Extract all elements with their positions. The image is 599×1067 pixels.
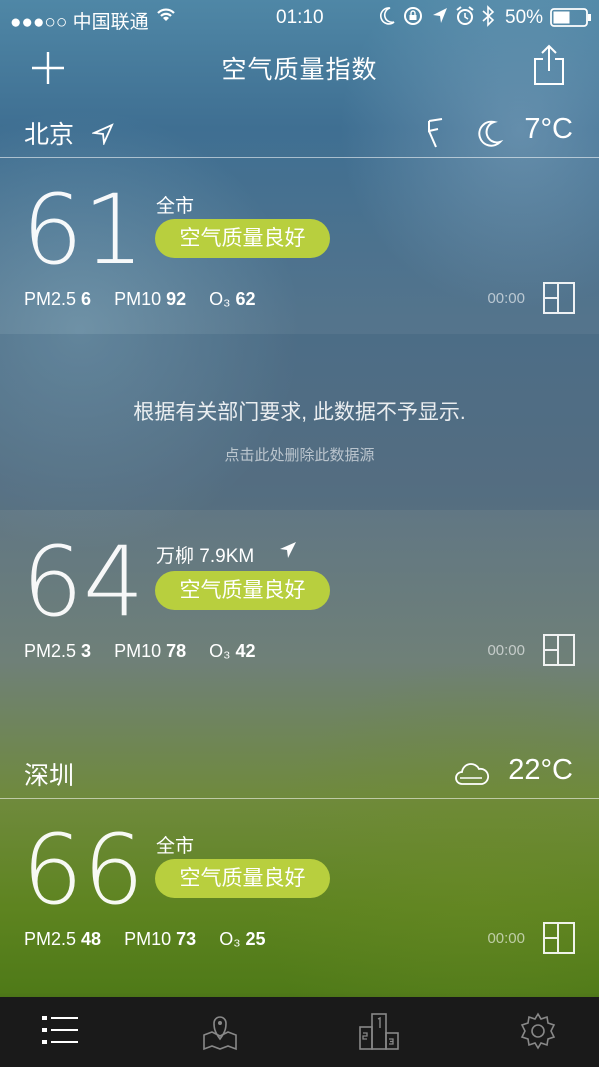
temperature: 7°C [524, 113, 573, 145]
battery-percent: 50% [505, 7, 544, 28]
clock-time: 01:10 [276, 7, 324, 28]
moon-icon [478, 120, 504, 147]
map-icon [203, 1016, 237, 1051]
data-hidden-notice: 根据有关部门要求, 此数据不予显示. 点击此处删除此数据源 [0, 334, 599, 510]
alarm-icon [455, 5, 475, 33]
tab-settings[interactable] [518, 1011, 558, 1056]
location-arrow-icon [92, 123, 114, 145]
o3-value: 62 [235, 289, 256, 309]
pm25-value: 48 [81, 929, 102, 949]
location-icon [431, 6, 449, 32]
update-time: 00:00 [487, 290, 525, 307]
tab-ranking[interactable] [358, 1011, 400, 1056]
air-quality-badge: 空气质量良好 [155, 571, 330, 610]
update-time: 00:00 [487, 930, 525, 947]
temperature: 22°C [508, 754, 573, 786]
pm10-label: PM10 [114, 289, 162, 309]
location-arrow-icon [280, 542, 296, 558]
update-time: 00:00 [487, 642, 525, 659]
tab-map[interactable] [200, 1011, 240, 1056]
aqi-value: 66 [22, 814, 145, 926]
delete-source-link[interactable]: 点击此处删除此数据源 [0, 444, 599, 465]
station-location: 全市 [156, 196, 195, 217]
pm10-label: PM10 [114, 641, 162, 661]
settings-icon [520, 1012, 556, 1050]
tab-list[interactable] [40, 1013, 80, 1052]
cloud-icon [455, 763, 490, 785]
air-quality-badge: 空气质量良好 [155, 219, 330, 258]
station-location: 全市 [156, 836, 195, 857]
share-icon [534, 44, 564, 85]
ranking-icon [359, 1013, 399, 1050]
station-location: 万柳 7.9KM [156, 546, 255, 567]
detail-window-icon[interactable] [543, 922, 575, 954]
aqi-value: 64 [22, 526, 145, 638]
city-header-shenzhen[interactable]: 深圳 22°C [0, 750, 599, 799]
bluetooth-icon [481, 5, 495, 33]
pm25-value: 6 [81, 289, 92, 309]
station-card[interactable]: 66 全市 空气质量良好 PM2.5 48 PM10 73 O₃ 25 00:0… [0, 798, 599, 974]
pm10-label: PM10 [124, 929, 172, 949]
share-button[interactable] [532, 44, 566, 91]
o3-label: O₃ [219, 929, 241, 949]
pollutant-readings: PM2.5 6 PM10 92 O₃ 62 [24, 289, 256, 310]
rotation-lock-icon [402, 5, 424, 33]
air-quality-badge: 空气质量良好 [155, 859, 330, 898]
pollutant-readings: PM2.5 3 PM10 78 O₃ 42 [24, 641, 256, 662]
wind-icon [428, 118, 443, 148]
carrier-label: ●●●○○ 中国联通 [10, 12, 149, 33]
moon-icon [378, 6, 396, 32]
o3-value: 25 [245, 929, 266, 949]
o3-label: O₃ [209, 641, 231, 661]
pm25-value: 3 [81, 641, 92, 661]
list-icon [42, 1016, 78, 1044]
aqi-value: 61 [22, 174, 145, 286]
station-card[interactable]: 64 万柳 7.9KM 空气质量良好 PM2.5 3 PM10 78 O₃ 42… [0, 510, 599, 686]
city-name: 深圳 [24, 762, 75, 790]
notice-text: 根据有关部门要求, 此数据不予显示. [133, 401, 466, 424]
tab-bar [0, 997, 599, 1067]
page-title: 空气质量指数 [221, 56, 378, 84]
pm10-value: 92 [166, 289, 187, 309]
pm25-label: PM2.5 [24, 929, 77, 949]
pm25-label: PM2.5 [24, 289, 77, 309]
pollutant-readings: PM2.5 48 PM10 73 O₃ 25 [24, 929, 266, 950]
o3-value: 42 [235, 641, 256, 661]
status-bar: ●●●○○ 中国联通 01:10 50% [0, 0, 599, 36]
pm25-label: PM2.5 [24, 641, 77, 661]
station-card[interactable]: 61 全市 空气质量良好 PM2.5 6 PM10 92 O₃ 62 00:00 [0, 158, 599, 334]
pm10-value: 78 [166, 641, 187, 661]
pm10-value: 73 [176, 929, 197, 949]
detail-window-icon[interactable] [543, 634, 575, 666]
wifi-icon [155, 4, 177, 30]
detail-window-icon[interactable] [543, 282, 575, 314]
city-header-beijing[interactable]: 北京 7°C [0, 109, 599, 158]
city-name: 北京 [24, 121, 75, 149]
battery-icon [550, 8, 592, 34]
o3-label: O₃ [209, 289, 231, 309]
